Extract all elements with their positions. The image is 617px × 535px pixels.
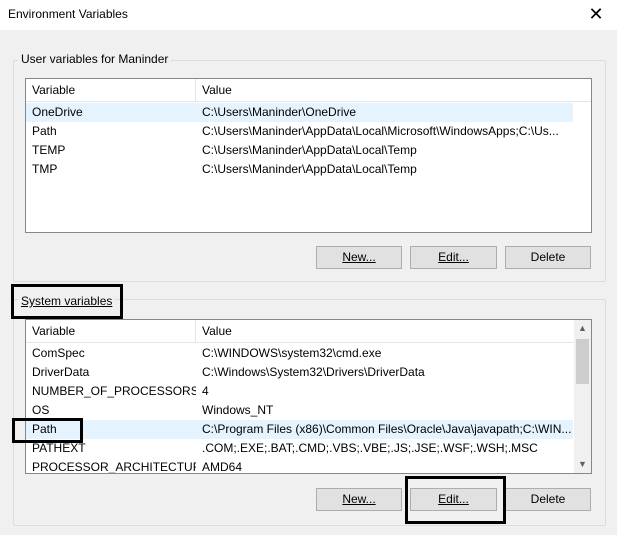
column-header-variable[interactable]: Variable [26, 79, 196, 101]
user-variables-list[interactable]: Variable Value OneDrive C:\Users\Maninder… [25, 78, 592, 233]
system-new-button[interactable]: New... [316, 488, 402, 511]
variable-value-cell: 4 [202, 384, 209, 398]
system-new-button-label: New... [342, 492, 376, 506]
table-row[interactable]: Path C:\Program Files (x86)\Common Files\… [26, 420, 573, 439]
variable-value-cell: C:\Users\Maninder\OneDrive [202, 105, 357, 119]
user-delete-button[interactable]: Delete [505, 246, 591, 269]
list-header: Variable Value [26, 320, 591, 343]
variable-name-cell: TEMP [32, 143, 66, 157]
user-new-button-label: New... [342, 250, 376, 264]
window-title: Environment Variables [8, 7, 128, 21]
scroll-thumb[interactable] [576, 339, 589, 384]
scroll-down-icon[interactable]: ▼ [574, 456, 591, 473]
variable-value-cell: Windows_NT [202, 403, 274, 417]
user-edit-button[interactable]: Edit... [410, 246, 497, 269]
variable-name-cell: TMP [32, 162, 58, 176]
scroll-up-icon[interactable]: ▲ [574, 320, 591, 337]
close-icon[interactable]: ✕ [583, 2, 609, 26]
user-edit-button-label: Edit... [438, 250, 469, 264]
vertical-scrollbar[interactable]: ▲ ▼ [574, 320, 591, 473]
column-header-value[interactable]: Value [196, 320, 573, 342]
variable-value-cell: C:\Users\Maninder\AppData\Local\Temp [202, 162, 417, 176]
variable-name-cell: ComSpec [32, 346, 85, 360]
table-row[interactable]: Path C:\Users\Maninder\AppData\Local\Micr… [26, 122, 573, 141]
variable-name-cell: OneDrive [32, 105, 83, 119]
variable-name-cell: DriverData [32, 365, 90, 379]
table-row[interactable]: PROCESSOR_ARCHITECTURE AMD64 [26, 458, 573, 474]
user-variables-group-label: User variables for Maninder [18, 52, 172, 66]
table-row[interactable]: OneDrive C:\Users\Maninder\OneDrive [26, 103, 573, 122]
user-new-button[interactable]: New... [316, 246, 402, 269]
variable-name-cell: Path [32, 124, 57, 138]
variable-name-cell: PROCESSOR_ARCHITECTURE [32, 460, 196, 474]
table-row[interactable]: TEMP C:\Users\Maninder\AppData\Local\Temp [26, 141, 573, 160]
variable-value-cell: C:\Users\Maninder\AppData\Local\Temp [202, 143, 417, 157]
column-header-variable[interactable]: Variable [26, 320, 196, 342]
user-delete-button-label: Delete [530, 250, 566, 264]
system-delete-button[interactable]: Delete [505, 488, 591, 511]
variable-value-cell: C:\Users\Maninder\AppData\Local\Microsof… [202, 124, 559, 138]
title-bar: Environment Variables ✕ [0, 0, 617, 30]
column-header-value[interactable]: Value [196, 79, 573, 101]
annotation-box-edit-button [405, 476, 506, 524]
variable-value-cell: C:\Program Files (x86)\Common Files\Orac… [202, 422, 572, 436]
annotation-box-system-variables [11, 284, 123, 319]
table-row[interactable]: NUMBER_OF_PROCESSORS 4 [26, 382, 573, 401]
table-row[interactable]: PATHEXT .COM;.EXE;.BAT;.CMD;.VBS;.VBE;.JS… [26, 439, 573, 458]
table-row[interactable]: OS Windows_NT [26, 401, 573, 420]
variable-name-cell: NUMBER_OF_PROCESSORS [32, 384, 196, 398]
variable-value-cell: .COM;.EXE;.BAT;.CMD;.VBS;.VBE;.JS;.JSE;.… [202, 441, 538, 455]
table-row[interactable]: TMP C:\Users\Maninder\AppData\Local\Temp [26, 160, 573, 179]
variable-value-cell: AMD64 [202, 460, 243, 474]
system-variables-list[interactable]: Variable Value ComSpec C:\WINDOWS\system3… [25, 319, 592, 474]
table-row[interactable]: DriverData C:\Windows\System32\Drivers\Dr… [26, 363, 573, 382]
variable-value-cell: C:\WINDOWS\system32\cmd.exe [202, 346, 382, 360]
list-header: Variable Value [26, 79, 591, 102]
system-delete-button-label: Delete [530, 492, 566, 506]
variable-value-cell: C:\Windows\System32\Drivers\DriverData [202, 365, 425, 379]
annotation-box-path-row [12, 418, 83, 443]
table-row[interactable]: ComSpec C:\WINDOWS\system32\cmd.exe [26, 344, 573, 363]
